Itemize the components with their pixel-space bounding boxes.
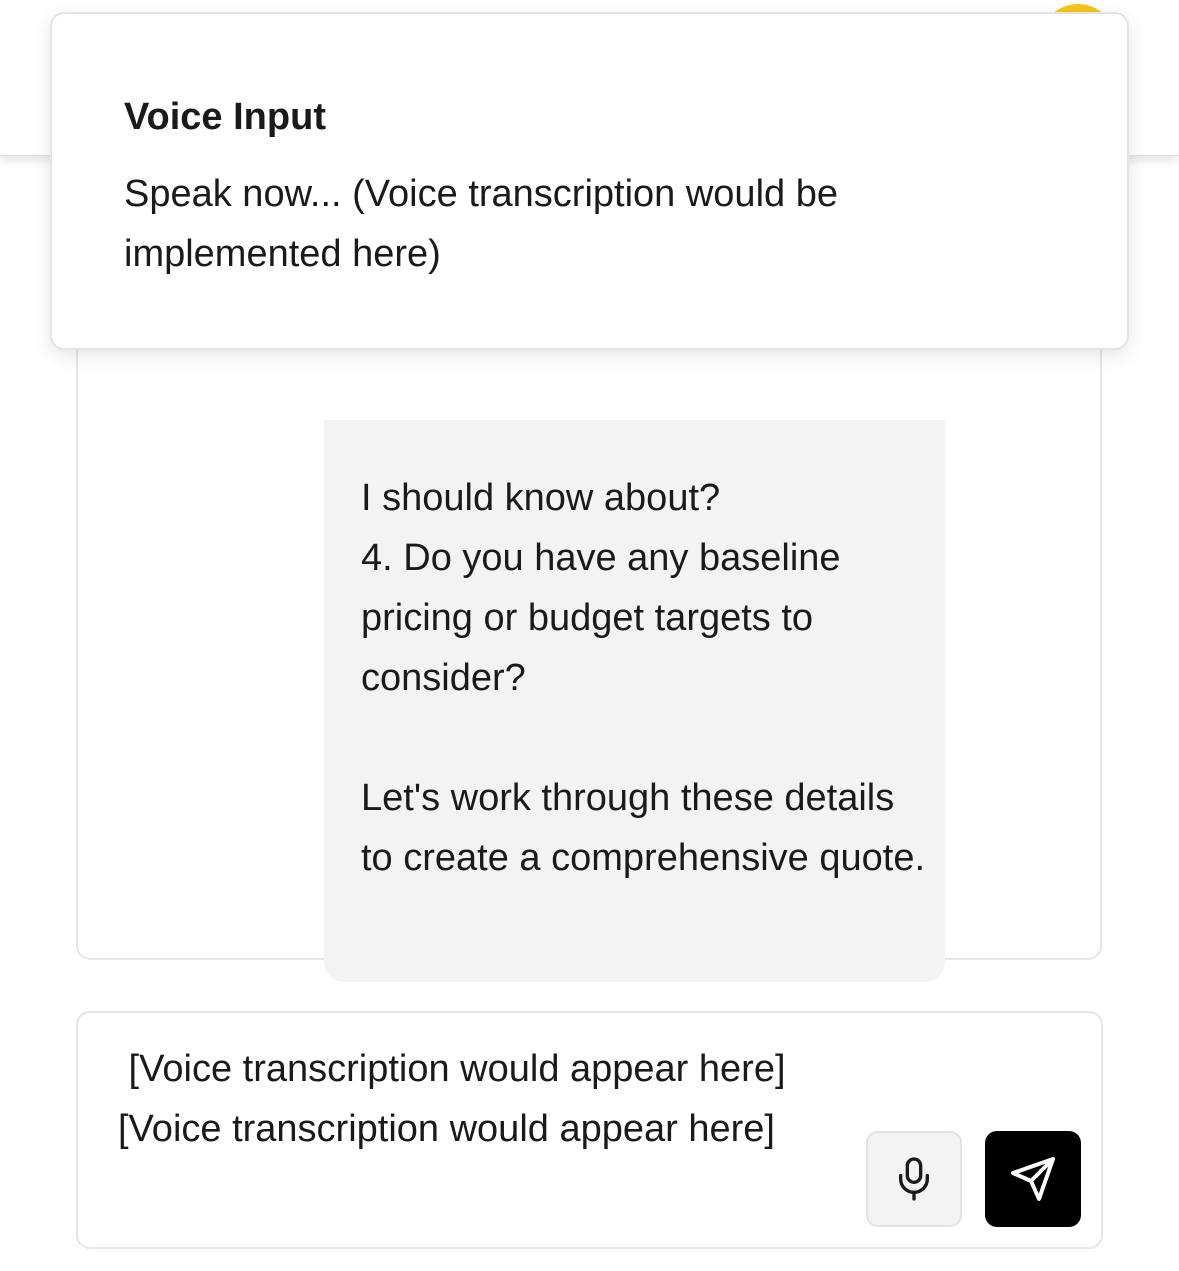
assistant-message-text: I should know about? 4. Do you have any … [361, 477, 926, 879]
voice-input-button[interactable] [866, 1131, 962, 1227]
assistant-message-bubble: I should know about? 4. Do you have any … [324, 420, 945, 982]
toast-message: Speak now... (Voice transcription would … [124, 173, 838, 275]
message-input[interactable]: [Voice transcription would appear here] … [118, 1039, 918, 1159]
send-button[interactable] [985, 1131, 1081, 1227]
voice-input-toast: Voice Input Speak now... (Voice transcri… [50, 12, 1129, 350]
send-icon [1011, 1157, 1055, 1201]
toast-title: Voice Input [124, 96, 326, 138]
mic-icon [899, 1157, 929, 1201]
page: I should know about? 4. Do you have any … [0, 0, 1179, 1271]
message-composer[interactable]: [Voice transcription would appear here] … [76, 1011, 1103, 1249]
